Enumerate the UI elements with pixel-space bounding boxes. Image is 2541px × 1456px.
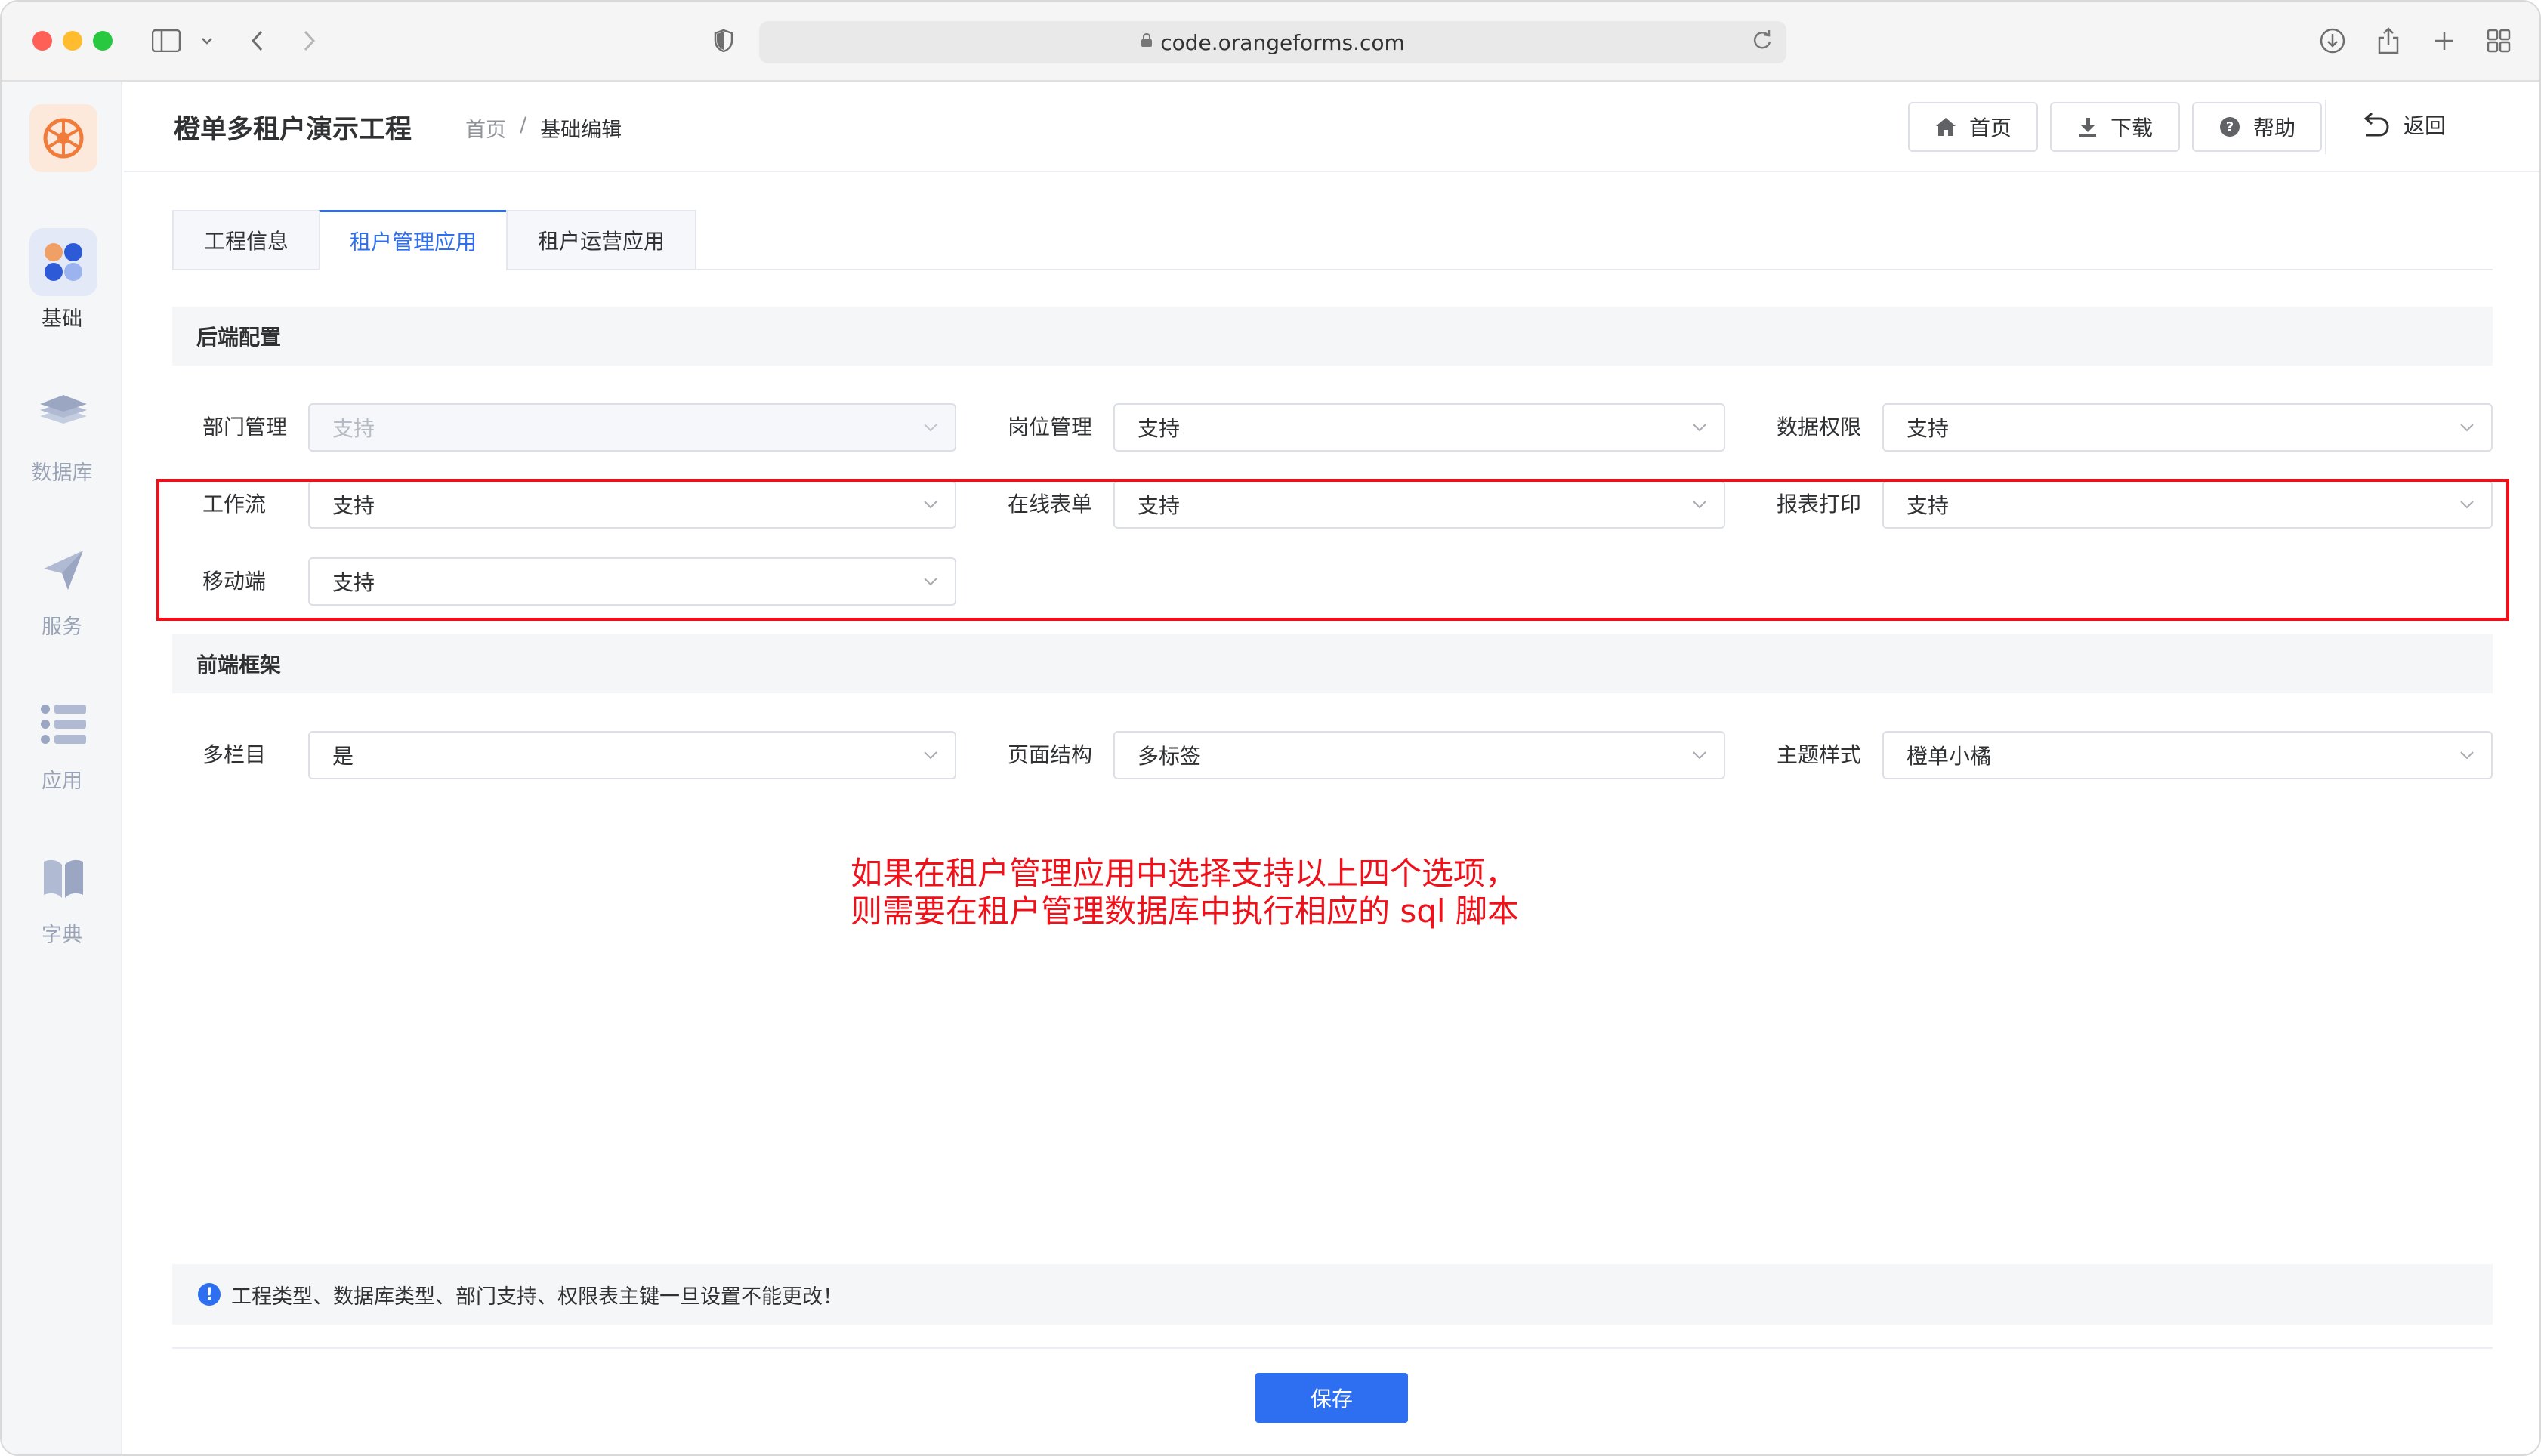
sidebar-item-basic[interactable]: 基础 [2, 228, 122, 341]
sidebar: 基础 数据库 服务 应用 字典 [2, 82, 122, 1454]
data-perm-select[interactable]: 支持 [1882, 403, 2493, 452]
close-window-button[interactable] [32, 31, 52, 51]
sidebar-toggle-icon[interactable] [150, 26, 183, 56]
shield-icon[interactable] [707, 26, 740, 56]
back-nav-icon[interactable] [240, 26, 273, 56]
sidebar-item-app[interactable]: 应用 [2, 690, 122, 804]
back-button[interactable]: 返回 [2360, 110, 2446, 140]
book-icon [29, 844, 97, 912]
chevron-down-icon [1693, 751, 1706, 760]
backend-section-header: 后端配置 [172, 307, 2493, 366]
data-perm-select-value: 支持 [1907, 416, 1950, 441]
page-structure-label: 页面结构 [1008, 742, 1093, 767]
minimize-window-button[interactable] [63, 31, 82, 51]
page-structure-select[interactable]: 多标签 [1113, 731, 1725, 779]
app-logo[interactable] [29, 104, 97, 172]
return-icon [2363, 112, 2389, 137]
theme-select[interactable]: 橙单小橘 [1882, 731, 2493, 779]
breadcrumb: 首页 / 基础编辑 [465, 113, 622, 143]
tab-overview-icon[interactable] [2482, 26, 2515, 56]
tab-project-info[interactable]: 工程信息 [172, 210, 320, 270]
page-structure-select-value: 多标签 [1138, 744, 1202, 769]
help-button[interactable]: ? 帮助 [2192, 102, 2322, 152]
tab-tenant-ops-app[interactable]: 租户运营应用 [506, 210, 696, 270]
home-button-label: 首页 [1968, 116, 2011, 140]
sidebar-item-dict[interactable]: 字典 [2, 844, 122, 958]
layers-icon [29, 382, 97, 450]
tab-tenant-admin-app[interactable]: 租户管理应用 [319, 210, 508, 270]
home-icon [1935, 118, 1956, 136]
breadcrumb-separator: / [520, 113, 527, 137]
download-icon[interactable] [2316, 26, 2349, 56]
chevron-down-icon [2460, 424, 2474, 432]
chevron-down-icon [2460, 751, 2474, 760]
chevron-down-icon [1693, 424, 1706, 432]
multi-column-label: 多栏目 [202, 742, 267, 767]
browser-window: code.orangeforms.com 基础 数据库 服务 应用 字典 橙单多… [0, 0, 2541, 1456]
home-button[interactable]: 首页 [1908, 102, 2038, 152]
new-tab-icon[interactable] [2428, 26, 2461, 56]
share-icon[interactable] [2372, 26, 2405, 56]
lock-icon [1141, 32, 1153, 52]
info-icon: ! [198, 1283, 221, 1306]
tab-bar: 工程信息 租户管理应用 租户运营应用 [172, 210, 2493, 270]
post-label: 岗位管理 [1008, 415, 1093, 440]
url-text: code.orangeforms.com [1160, 29, 1405, 55]
send-icon [29, 536, 97, 604]
orange-logo-icon [43, 118, 84, 159]
sidebar-item-label: 字典 [42, 924, 82, 947]
breadcrumb-current: 基础编辑 [540, 119, 622, 142]
chevron-down-icon[interactable] [190, 26, 224, 56]
sidebar-item-label: 基础 [42, 307, 82, 331]
multi-column-select[interactable]: 是 [308, 731, 956, 779]
header-divider [2325, 100, 2326, 154]
footer-divider [172, 1347, 2493, 1349]
svg-text:?: ? [2226, 119, 2234, 135]
dept-label: 部门管理 [202, 415, 288, 440]
maximize-window-button[interactable] [93, 31, 113, 51]
list-icon [29, 690, 97, 758]
theme-select-value: 橙单小橘 [1907, 744, 1992, 769]
forward-nav-icon[interactable] [293, 26, 326, 56]
reload-icon[interactable] [1752, 29, 1773, 57]
address-bar[interactable]: code.orangeforms.com [759, 21, 1786, 63]
annotation-line-1: 如果在租户管理应用中选择支持以上四个选项， [851, 855, 1517, 892]
download-button-label: 下载 [2110, 116, 2153, 140]
annotation-text: 如果在租户管理应用中选择支持以上四个选项， 则需要在租户管理数据库中执行相应的 … [851, 855, 1519, 930]
download-icon [2079, 118, 2096, 137]
multi-column-select-value: 是 [332, 744, 354, 769]
frontend-section-header: 前端框架 [172, 634, 2493, 693]
sidebar-item-service[interactable]: 服务 [2, 536, 122, 649]
help-button-label: 帮助 [2252, 116, 2296, 140]
apps-icon [29, 228, 97, 296]
sidebar-item-label: 数据库 [31, 461, 93, 485]
page-header: 橙单多租户演示工程 首页 / 基础编辑 首页 下载 ? 帮助 返回 [124, 82, 2539, 172]
breadcrumb-home[interactable]: 首页 [465, 113, 506, 143]
browser-toolbar: code.orangeforms.com [2, 2, 2539, 82]
annotation-line-2: 则需要在租户管理数据库中执行相应的 sql 脚本 [851, 893, 1519, 930]
download-button[interactable]: 下载 [2050, 102, 2180, 152]
data-perm-label: 数据权限 [1777, 415, 1862, 440]
help-icon: ? [2219, 117, 2240, 137]
back-button-label: 返回 [2404, 113, 2447, 138]
dept-select: 支持 [308, 403, 956, 452]
page-title: 橙单多租户演示工程 [174, 115, 412, 145]
notice-bar: ! 工程类型、数据库类型、部门支持、权限表主键一旦设置不能更改！ [172, 1264, 2493, 1325]
highlight-box [156, 479, 2509, 621]
theme-label: 主题样式 [1777, 742, 1862, 767]
post-select-value: 支持 [1138, 416, 1181, 441]
notice-text: 工程类型、数据库类型、部门支持、权限表主键一旦设置不能更改！ [231, 1285, 843, 1309]
dept-select-value: 支持 [332, 416, 375, 441]
post-select[interactable]: 支持 [1113, 403, 1725, 452]
save-button[interactable]: 保存 [1255, 1373, 1408, 1423]
sidebar-item-database[interactable]: 数据库 [2, 382, 122, 495]
sidebar-item-label: 服务 [42, 615, 82, 639]
chevron-down-icon [924, 424, 937, 432]
sidebar-item-label: 应用 [42, 770, 82, 793]
chevron-down-icon [924, 751, 937, 760]
